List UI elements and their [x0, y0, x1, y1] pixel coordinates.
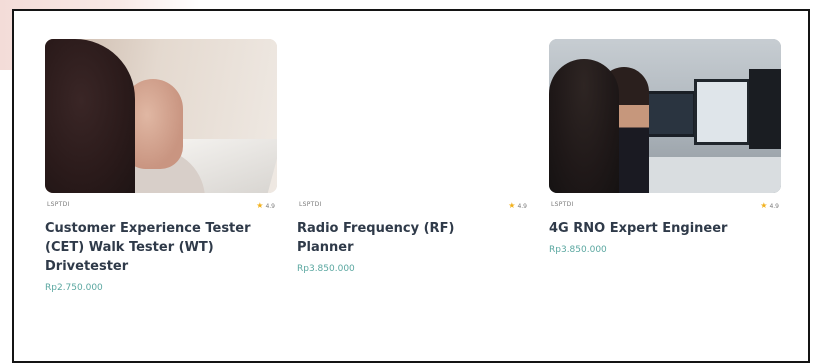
rating: ★ 4.9 — [760, 201, 779, 210]
course-price: Rp3.850.000 — [549, 245, 607, 255]
course-title[interactable]: Radio Frequency (RF) Planner — [297, 219, 487, 257]
star-icon: ★ — [760, 201, 768, 210]
course-meta: LSPTDI ★ 4.9 — [297, 201, 529, 215]
course-title[interactable]: Customer Experience Tester (CET) Walk Te… — [45, 219, 277, 276]
course-price: Rp3.850.000 — [297, 264, 355, 274]
course-price: Rp2.750.000 — [45, 283, 103, 293]
provider-label: LSPTDI — [299, 201, 322, 208]
rating: ★ 4.9 — [508, 201, 527, 210]
rating-value: 4.9 — [517, 203, 527, 210]
course-meta: LSPTDI ★ 4.9 — [549, 201, 781, 215]
course-meta: LSPTDI ★ 4.9 — [45, 201, 277, 215]
provider-label: LSPTDI — [47, 201, 70, 208]
rating-value: 4.9 — [769, 203, 779, 210]
course-thumbnail[interactable] — [45, 39, 277, 193]
course-thumbnail[interactable] — [549, 39, 781, 193]
course-card[interactable]: LSPTDI ★ 4.9 Customer Experience Tester (… — [45, 39, 277, 293]
course-card[interactable]: LSPTDI ★ 4.9 4G RNO Expert Engineer Rp3.8… — [549, 39, 781, 255]
rating: ★ 4.9 — [256, 201, 275, 210]
provider-label: LSPTDI — [551, 201, 574, 208]
star-icon: ★ — [508, 201, 516, 210]
course-title[interactable]: 4G RNO Expert Engineer — [549, 219, 781, 238]
course-card[interactable]: LSPTDI ★ 4.9 Radio Frequency (RF) Planner… — [297, 39, 529, 274]
star-icon: ★ — [256, 201, 264, 210]
rating-value: 4.9 — [265, 203, 275, 210]
course-thumbnail[interactable] — [297, 39, 529, 193]
course-list-panel: LSPTDI ★ 4.9 Customer Experience Tester (… — [12, 9, 810, 363]
